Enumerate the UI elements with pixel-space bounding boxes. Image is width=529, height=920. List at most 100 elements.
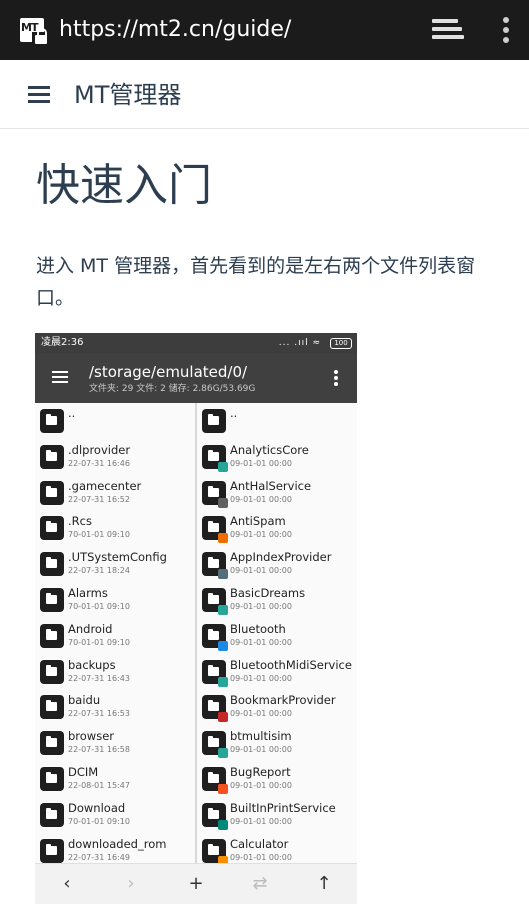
folder-icon — [202, 516, 228, 544]
right-file-list: .. AnalyticsCore 09-01-01 00:00 AntHalServi… — [197, 403, 357, 866]
file-name: Alarms — [68, 586, 108, 600]
file-date: 09-01-01 00:00 — [230, 530, 292, 540]
site-navbar: MT管理器 — [0, 60, 529, 129]
file-name: AppIndexProvider — [230, 550, 332, 565]
folder-icon — [40, 767, 64, 791]
file-list-item: AntHalService 09-01-01 00:00 — [197, 475, 357, 511]
folder-icon — [40, 409, 64, 433]
file-name: .. — [230, 406, 238, 420]
file-name: BluetoothMidiService — [230, 657, 352, 672]
file-list-item: baidu 22-07-31 16:53 — [35, 689, 195, 725]
file-name: BookmarkProvider — [230, 693, 336, 708]
folder-icon — [40, 444, 64, 469]
hamburger-menu-icon[interactable] — [28, 86, 50, 104]
file-date: 22-07-31 16:46 — [68, 458, 130, 468]
folder-icon — [202, 695, 228, 723]
file-date: 09-01-01 00:00 — [230, 458, 292, 468]
file-date: 09-01-01 00:00 — [230, 673, 292, 683]
folder-icon — [40, 552, 64, 577]
file-date: 22-07-31 18:24 — [68, 566, 130, 576]
file-list-item: BasicDreams 09-01-01 00:00 — [197, 582, 357, 618]
folder-icon — [40, 588, 64, 612]
file-name: Download — [68, 800, 126, 815]
file-list-item: BluetoothMidiService 09-01-01 00:00 — [197, 654, 357, 690]
app-overflow-icon — [333, 370, 339, 386]
folder-icon — [202, 409, 226, 433]
swap-icon: ⇄ — [252, 873, 268, 894]
folder-icon — [202, 480, 228, 508]
file-date: 09-01-01 00:00 — [230, 816, 292, 826]
tabs-icon[interactable] — [432, 17, 464, 43]
file-name: browser — [68, 729, 115, 744]
app-badge-icon — [218, 533, 228, 544]
folder-icon — [202, 731, 228, 759]
page-title: 快速入门 — [36, 160, 212, 211]
url-text[interactable]: https://mt2.cn/guide/ — [59, 15, 291, 45]
file-list-item: DCIM 22-08-01 15:47 — [35, 761, 195, 797]
path-info: 文件夹: 29 文件: 2 储存: 2.86G/53.69G — [89, 384, 256, 394]
file-name: AntHalService — [230, 478, 312, 493]
file-list-item: Alarms 70-01-01 09:10 — [35, 582, 195, 618]
file-list-item: AppIndexProvider 09-01-01 00:00 — [197, 546, 357, 582]
site-title[interactable]: MT管理器 — [74, 80, 181, 110]
file-date: 09-01-01 00:00 — [230, 745, 292, 755]
browser-url-bar: MT https://mt2.cn/guide/ — [0, 0, 529, 60]
file-name: btmultisim — [230, 729, 292, 744]
file-list-item: .UTSystemConfig 22-07-31 18:24 — [35, 546, 195, 582]
file-list-item: AnalyticsCore 09-01-01 00:00 — [197, 439, 357, 475]
left-file-list: .. .dlprovider 22-07-31 16:46 .gamecenter 22… — [35, 403, 195, 863]
file-list-item: Android 70-01-01 09:10 — [35, 618, 195, 654]
file-list-item: AntiSpam 09-01-01 00:00 — [197, 510, 357, 546]
up-icon: ↑ — [316, 873, 332, 894]
folder-icon — [202, 659, 228, 687]
intro-paragraph: 进入 MT 管理器，首先看到的是左右两个文件列表窗口。 — [36, 255, 476, 309]
file-list-item: BuiltInPrintService 09-01-01 00:00 — [197, 797, 357, 833]
file-name: Bluetooth — [230, 621, 286, 636]
file-list-item: .Rcs 70-01-01 09:10 — [35, 510, 195, 546]
file-date: 09-01-01 00:00 — [230, 709, 292, 719]
file-list-item: browser 22-07-31 16:58 — [35, 725, 195, 761]
folder-icon — [202, 588, 228, 615]
file-name: DCIM — [68, 765, 99, 779]
folder-icon — [40, 480, 64, 505]
app-badge-icon — [218, 819, 228, 830]
app-badge-icon — [218, 676, 228, 687]
folder-icon — [40, 731, 64, 756]
site-secure-icon: MT — [20, 18, 50, 47]
file-date: 22-08-01 15:47 — [68, 781, 130, 790]
file-list-item: backups 22-07-31 16:43 — [35, 654, 195, 690]
file-list-item: Bluetooth 09-01-01 00:00 — [197, 618, 357, 654]
file-list-item: BugReport 09-01-01 00:00 — [197, 761, 357, 797]
browser-menu-icon[interactable] — [496, 15, 516, 45]
file-date: 09-01-01 00:00 — [230, 637, 292, 647]
file-name: .gamecenter — [68, 478, 142, 493]
file-list-item: .. — [197, 403, 357, 439]
folder-icon — [202, 838, 228, 866]
file-date: 22-07-31 16:52 — [68, 494, 130, 504]
file-list-item: .gamecenter 22-07-31 16:52 — [35, 475, 195, 511]
app-badge-icon — [218, 640, 228, 651]
file-date: 70-01-01 09:10 — [68, 637, 130, 647]
file-name: Android — [68, 621, 113, 636]
file-date: 09-01-01 00:00 — [230, 602, 292, 611]
file-date: 70-01-01 09:10 — [68, 602, 130, 611]
app-toolbar: /storage/emulated/0/ 文件夹: 29 文件: 2 储存: 2… — [35, 353, 357, 403]
folder-icon — [202, 767, 228, 794]
file-date: 22-07-31 16:43 — [68, 673, 130, 683]
file-date: 09-01-01 00:00 — [230, 781, 292, 790]
app-menu-icon — [52, 371, 68, 383]
file-list-item: .. — [35, 403, 195, 439]
phone-status-bar: 凌晨2:36 ... .ııl ≈ 100 — [35, 333, 357, 353]
app-badge-icon — [218, 497, 228, 508]
file-name: .Rcs — [68, 514, 92, 529]
file-date: 09-01-01 00:00 — [230, 566, 292, 576]
file-name: BasicDreams — [230, 586, 306, 600]
file-list-item: Download 70-01-01 09:10 — [35, 797, 195, 833]
folder-icon — [40, 659, 64, 684]
app-badge-icon — [218, 748, 228, 759]
folder-icon — [202, 444, 228, 472]
file-name: downloaded_rom — [68, 836, 167, 851]
app-badge-icon — [218, 605, 228, 615]
app-badge-icon — [218, 712, 228, 723]
folder-icon — [40, 695, 64, 720]
